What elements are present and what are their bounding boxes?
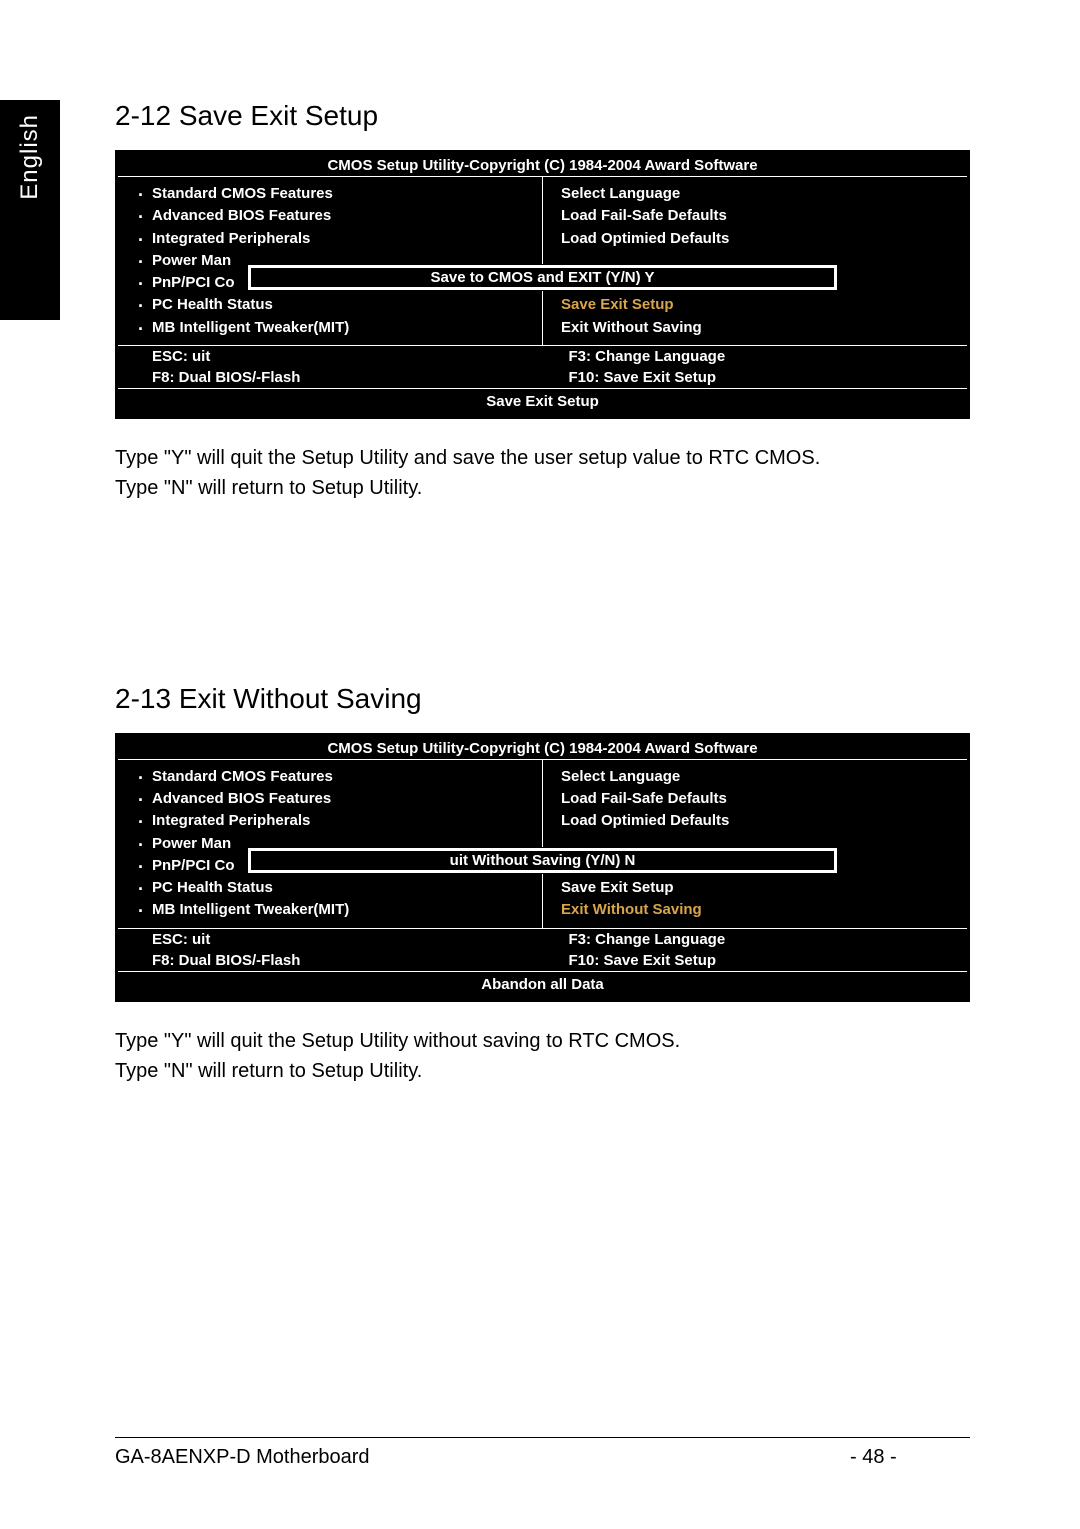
bios-menu-columns: Standard CMOS Features Advanced BIOS Fea… bbox=[118, 760, 967, 928]
bios-left-column: Standard CMOS Features Advanced BIOS Fea… bbox=[118, 760, 543, 928]
bios-title: CMOS Setup Utility-Copyright (C) 1984-20… bbox=[118, 153, 967, 177]
menu-item[interactable]: Load Fail-Safe Defaults bbox=[543, 205, 967, 227]
menu-item[interactable]: Load Optimied Defaults bbox=[543, 810, 967, 832]
dialog-text: uit Without Saving (Y/N) N bbox=[450, 852, 636, 869]
dialog-quit-without-saving[interactable]: uit Without Saving (Y/N) N bbox=[248, 848, 837, 873]
menu-item[interactable]: Integrated Peripherals bbox=[118, 228, 542, 250]
menu-item[interactable]: MB Intelligent Tweaker(MIT) bbox=[118, 317, 542, 339]
bios-right-column: Select Language Load Fail-Safe Defaults … bbox=[543, 760, 967, 928]
hint-f10: F10: Save Exit Setup bbox=[551, 950, 968, 971]
menu-item[interactable]: MB Intelligent Tweaker(MIT) bbox=[118, 899, 542, 921]
section-description: Type "Y" will quit the Setup Utility and… bbox=[115, 443, 970, 503]
desc-line: Type "N" will return to Setup Utility. bbox=[115, 473, 970, 503]
menu-item[interactable]: PC Health Status bbox=[118, 294, 542, 316]
bios-title: CMOS Setup Utility-Copyright (C) 1984-20… bbox=[118, 736, 967, 760]
section-description: Type "Y" will quit the Setup Utility wit… bbox=[115, 1026, 970, 1086]
bios-left-column: Standard CMOS Features Advanced BIOS Fea… bbox=[118, 177, 543, 345]
bios-hint-row: F8: Dual BIOS/-Flash F10: Save Exit Setu… bbox=[118, 367, 967, 388]
menu-item[interactable]: Standard CMOS Features bbox=[118, 183, 542, 205]
bios-hint-row: ESC: uit F3: Change Language bbox=[118, 928, 967, 950]
language-tab: English bbox=[0, 100, 60, 320]
bios-menu-columns: Standard CMOS Features Advanced BIOS Fea… bbox=[118, 177, 967, 345]
footer-page-number: - 48 - bbox=[850, 1446, 970, 1469]
menu-item[interactable]: PC Health Status bbox=[118, 877, 542, 899]
bios-hint-row: ESC: uit F3: Change Language bbox=[118, 345, 967, 367]
bios-hint-row: F8: Dual BIOS/-Flash F10: Save Exit Setu… bbox=[118, 950, 967, 971]
desc-line: Type "Y" will quit the Setup Utility and… bbox=[115, 443, 970, 473]
menu-item[interactable]: Save Exit Setup bbox=[543, 877, 967, 899]
menu-item[interactable]: Advanced BIOS Features bbox=[118, 205, 542, 227]
dialog-text: Save to CMOS and EXIT (Y/N) Y bbox=[431, 269, 655, 286]
page-footer: GA-8AENXP-D Motherboard - 48 - bbox=[115, 1437, 970, 1469]
menu-item[interactable]: Standard CMOS Features bbox=[118, 766, 542, 788]
menu-item-highlighted[interactable]: Exit Without Saving bbox=[543, 899, 967, 921]
language-label: English bbox=[16, 114, 44, 200]
dialog-save-to-cmos[interactable]: Save to CMOS and EXIT (Y/N) Y bbox=[248, 265, 837, 290]
hint-esc: ESC: uit bbox=[118, 929, 551, 950]
bios-footer: Abandon all Data bbox=[118, 971, 967, 999]
hint-f3: F3: Change Language bbox=[551, 929, 968, 950]
hint-f8: F8: Dual BIOS/-Flash bbox=[118, 367, 551, 388]
desc-line: Type "N" will return to Setup Utility. bbox=[115, 1056, 970, 1086]
bios-screen-save-exit: CMOS Setup Utility-Copyright (C) 1984-20… bbox=[115, 150, 970, 419]
hint-f10: F10: Save Exit Setup bbox=[551, 367, 968, 388]
menu-item[interactable]: Advanced BIOS Features bbox=[118, 788, 542, 810]
bios-screen-exit-without-saving: CMOS Setup Utility-Copyright (C) 1984-20… bbox=[115, 733, 970, 1002]
section-heading-save-exit: 2-12 Save Exit Setup bbox=[115, 100, 970, 132]
menu-item[interactable]: Select Language bbox=[543, 766, 967, 788]
menu-item-highlighted[interactable]: Save Exit Setup bbox=[543, 294, 967, 316]
menu-item[interactable]: Select Language bbox=[543, 183, 967, 205]
bios-footer: Save Exit Setup bbox=[118, 388, 967, 416]
bios-right-column: Select Language Load Fail-Safe Defaults … bbox=[543, 177, 967, 345]
hint-f3: F3: Change Language bbox=[551, 346, 968, 367]
menu-item[interactable]: Load Fail-Safe Defaults bbox=[543, 788, 967, 810]
menu-item[interactable]: Exit Without Saving bbox=[543, 317, 967, 339]
section-heading-exit-without-saving: 2-13 Exit Without Saving bbox=[115, 683, 970, 715]
hint-esc: ESC: uit bbox=[118, 346, 551, 367]
menu-item[interactable]: Load Optimied Defaults bbox=[543, 228, 967, 250]
hint-f8: F8: Dual BIOS/-Flash bbox=[118, 950, 551, 971]
menu-item[interactable]: Integrated Peripherals bbox=[118, 810, 542, 832]
footer-product-name: GA-8AENXP-D Motherboard bbox=[115, 1446, 850, 1469]
desc-line: Type "Y" will quit the Setup Utility wit… bbox=[115, 1026, 970, 1056]
